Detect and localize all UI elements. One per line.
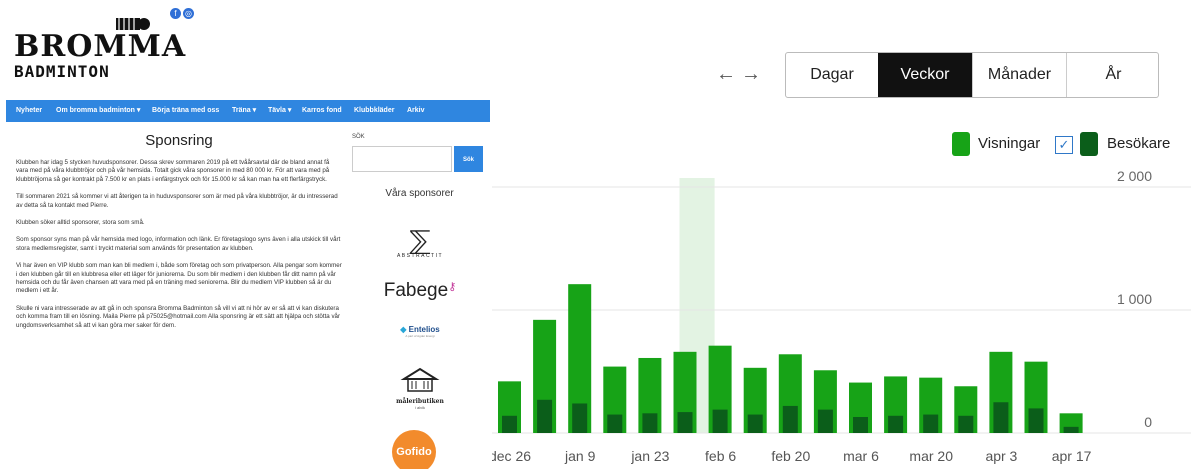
sponsors-heading: Våra sponsorer bbox=[385, 188, 454, 199]
paragraph-1: Klubben har idag 5 stycken huvudsponsore… bbox=[16, 159, 330, 183]
sponsor-entelios[interactable]: ◆ Entelios A part of Agder Energi bbox=[382, 325, 458, 338]
visitors-bar bbox=[888, 415, 904, 433]
visitors-bar bbox=[677, 412, 693, 433]
search-label: SÖK bbox=[352, 134, 365, 140]
visitors-bar bbox=[782, 405, 798, 433]
facebook-icon[interactable]: f bbox=[170, 8, 181, 19]
main-nav: Nyheter Om bromma badminton ▾ Börja trän… bbox=[6, 100, 490, 122]
nav-arkiv[interactable]: Arkiv bbox=[407, 100, 425, 122]
x-tick-label: mar 20 bbox=[909, 448, 953, 464]
visitors-bar bbox=[572, 403, 588, 433]
visitors-bar bbox=[712, 409, 728, 433]
visitors-bar bbox=[993, 402, 1009, 433]
x-tick-label: jan 23 bbox=[630, 448, 669, 464]
nav-om-bromma[interactable]: Om bromma badminton ▾ bbox=[56, 100, 140, 122]
house-icon bbox=[400, 367, 440, 392]
visitors-bar bbox=[537, 399, 553, 433]
entelios-name: Entelios bbox=[408, 325, 440, 334]
abstractit-logo-icon: ⅀ bbox=[409, 225, 431, 255]
x-tick-label: feb 20 bbox=[771, 448, 810, 464]
paragraph-6: Skulle ni vara intresserade av att gå in… bbox=[16, 304, 341, 329]
sponsor-gofido[interactable]: Gofido bbox=[392, 430, 436, 469]
nav-trana[interactable]: Träna ▾ bbox=[232, 100, 256, 122]
logo-text-bottom: BADMINTON bbox=[14, 62, 110, 81]
visitors-bar bbox=[853, 417, 868, 433]
nav-nyheter[interactable]: Nyheter bbox=[16, 100, 42, 122]
instagram-icon[interactable]: ◎ bbox=[183, 8, 194, 19]
nav-klubbklader[interactable]: Klubbkläder bbox=[354, 100, 394, 122]
search-input[interactable] bbox=[352, 146, 452, 172]
article: Sponsring Klubben har idag 5 stycken huv… bbox=[16, 132, 342, 339]
visitors-bar bbox=[1063, 426, 1079, 433]
key-icon: ⚷ bbox=[448, 281, 457, 293]
paragraph-2: Till sommaren 2021 så kommer vi att åter… bbox=[16, 193, 338, 209]
visitors-bar bbox=[817, 409, 833, 433]
sponsor-abstractit[interactable]: ⅀ ABSTRACTIT bbox=[382, 227, 458, 259]
logo-text-top: BROMMA bbox=[14, 29, 187, 64]
x-tick-label: apr 3 bbox=[985, 448, 1017, 464]
y-tick-label: 0 bbox=[1144, 414, 1152, 430]
entelios-leaf-icon: ◆ bbox=[400, 325, 407, 334]
visitors-bar bbox=[607, 414, 623, 433]
nav-borja-trana[interactable]: Börja träna med oss bbox=[152, 100, 219, 122]
maleributiken-location: i alvik bbox=[414, 405, 425, 410]
visitors-bar bbox=[1028, 408, 1044, 433]
x-tick-label: mar 6 bbox=[843, 448, 879, 464]
visitors-bar bbox=[958, 415, 974, 433]
nav-karros-fond[interactable]: Karros fond bbox=[302, 100, 342, 122]
paragraph-4: Som sponsor syns man på vår hemsida med … bbox=[16, 236, 341, 252]
visitors-bar bbox=[502, 415, 517, 433]
website-screenshot: BROMMA BADMINTON f ◎ Nyheter Om bromma b… bbox=[0, 0, 492, 469]
y-tick-label: 2 000 bbox=[1117, 168, 1152, 184]
nav-tavla[interactable]: Tävla ▾ bbox=[268, 100, 291, 122]
x-tick-label: jan 9 bbox=[564, 448, 596, 464]
fabege-name: Fabege bbox=[383, 280, 449, 301]
y-tick-label: 1 000 bbox=[1117, 291, 1152, 307]
club-logo[interactable]: BROMMA BADMINTON bbox=[14, 14, 185, 84]
page-title: Sponsring bbox=[145, 132, 213, 149]
weekly-bar-chart: 2 000 1 000 0 dec 26 jan 9 jan 23 feb 6 feb 20 m… bbox=[492, 168, 1191, 464]
paragraph-5: Vi har även en VIP klubb som man kan bli… bbox=[16, 262, 342, 295]
maleributiken-name: måleributiken bbox=[396, 398, 444, 405]
paragraph-3: Klubben söker alltid sponsorer, stora so… bbox=[16, 219, 145, 227]
stats-panel: ← → Dagar Veckor Månader År Visningar ✓ … bbox=[492, 0, 1191, 469]
abstractit-name: ABSTRACTIT bbox=[396, 253, 444, 259]
sponsor-fabege[interactable]: Fabege⚷ bbox=[382, 280, 458, 302]
x-tick-label: dec 26 bbox=[492, 448, 531, 464]
sidebar: SÖK Sök Våra sponsorer ⅀ ABSTRACTIT Fabe… bbox=[352, 132, 487, 469]
sponsor-maleributiken[interactable]: måleributiken i alvik bbox=[382, 367, 458, 410]
visitors-bar bbox=[923, 414, 939, 433]
x-tick-label: apr 17 bbox=[1052, 448, 1092, 464]
visitors-bar bbox=[747, 414, 763, 433]
search-button[interactable]: Sök bbox=[454, 146, 483, 172]
x-tick-label: feb 6 bbox=[705, 448, 736, 464]
visitors-bar bbox=[642, 413, 658, 433]
entelios-tagline: A part of Agder Energi bbox=[405, 334, 435, 338]
